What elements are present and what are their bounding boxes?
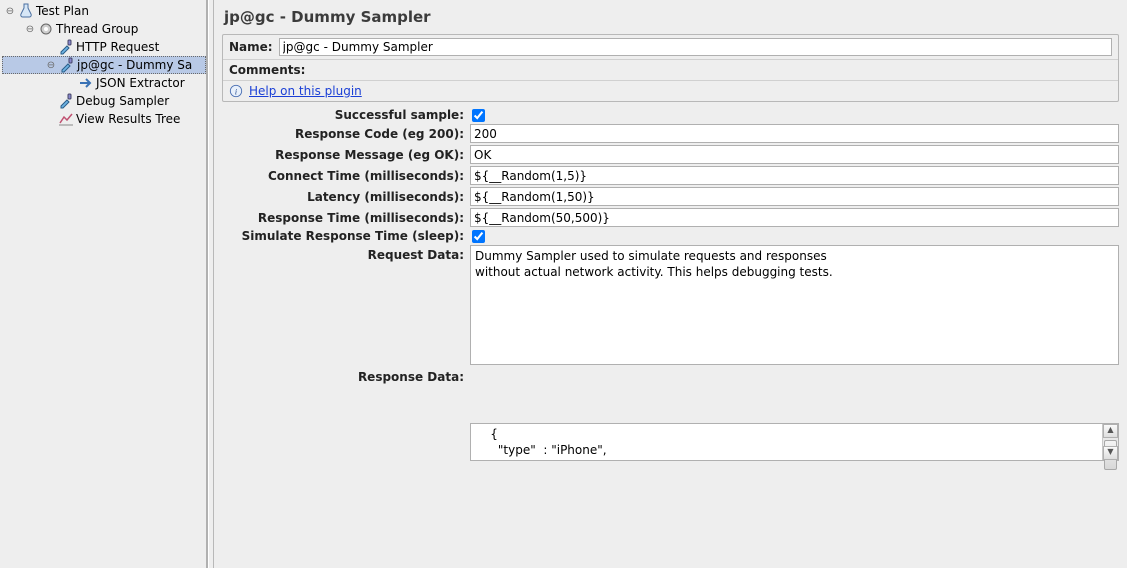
connect-time-input[interactable]	[470, 166, 1119, 185]
gear-icon	[38, 21, 54, 37]
chart-icon	[58, 111, 74, 127]
response-code-label: Response Code (eg 200):	[222, 127, 470, 141]
expand-handle[interactable]: ⊖	[43, 60, 59, 71]
response-message-input[interactable]	[470, 145, 1119, 164]
simulate-sleep-checkbox[interactable]	[472, 230, 485, 243]
main-panel: jp@gc - Dummy Sampler Name: Comments: i …	[214, 0, 1127, 568]
response-scrollbar[interactable]: ▲ ▼	[1102, 424, 1118, 460]
tree-panel: ⊖ Test Plan ⊖ Thread Group HTTP Request …	[0, 0, 208, 568]
tree-node-http-request[interactable]: HTTP Request	[2, 38, 206, 56]
response-code-input[interactable]	[470, 124, 1119, 143]
arrow-right-icon	[78, 75, 94, 91]
tree-node-thread-group[interactable]: ⊖ Thread Group	[2, 20, 206, 38]
response-data-label: Response Data:	[222, 367, 470, 384]
response-message-label: Response Message (eg OK):	[222, 148, 470, 162]
successful-sample-checkbox[interactable]	[472, 109, 485, 122]
tree-node-test-plan[interactable]: ⊖ Test Plan	[2, 2, 206, 20]
header-block: Name: Comments: i Help on this plugin	[222, 34, 1119, 102]
pipette-icon	[58, 39, 74, 55]
scroll-up-button[interactable]: ▲	[1103, 424, 1118, 438]
help-link[interactable]: Help on this plugin	[249, 84, 362, 98]
tree-node-debug-sampler[interactable]: Debug Sampler	[2, 92, 206, 110]
connect-time-label: Connect Time (milliseconds):	[222, 169, 470, 183]
expand-handle[interactable]: ⊖	[2, 6, 18, 17]
name-label: Name:	[229, 40, 273, 54]
response-time-input[interactable]	[470, 208, 1119, 227]
pipette-icon	[58, 93, 74, 109]
info-icon: i	[229, 84, 243, 98]
expand-handle[interactable]: ⊖	[22, 24, 38, 35]
request-data-textarea[interactable]	[470, 245, 1119, 365]
pipette-icon	[59, 57, 75, 73]
latency-input[interactable]	[470, 187, 1119, 206]
tree-node-dummy-sampler[interactable]: ⊖ jp@gc - Dummy Sa	[2, 56, 206, 74]
tree-node-view-results[interactable]: View Results Tree	[2, 110, 206, 128]
request-data-label: Request Data:	[222, 245, 470, 262]
comments-label: Comments:	[229, 63, 305, 77]
response-data-textarea[interactable]	[471, 424, 1102, 460]
simulate-sleep-label: Simulate Response Time (sleep):	[222, 229, 470, 243]
panel-title: jp@gc - Dummy Sampler	[222, 4, 1119, 34]
scroll-down-button[interactable]: ▼	[1103, 446, 1118, 460]
response-time-label: Response Time (milliseconds):	[222, 211, 470, 225]
beaker-icon	[18, 3, 34, 19]
name-input[interactable]	[279, 38, 1112, 56]
latency-label: Latency (milliseconds):	[222, 190, 470, 204]
successful-sample-label: Successful sample:	[222, 108, 470, 122]
tree-node-json-extractor[interactable]: JSON Extractor	[2, 74, 206, 92]
